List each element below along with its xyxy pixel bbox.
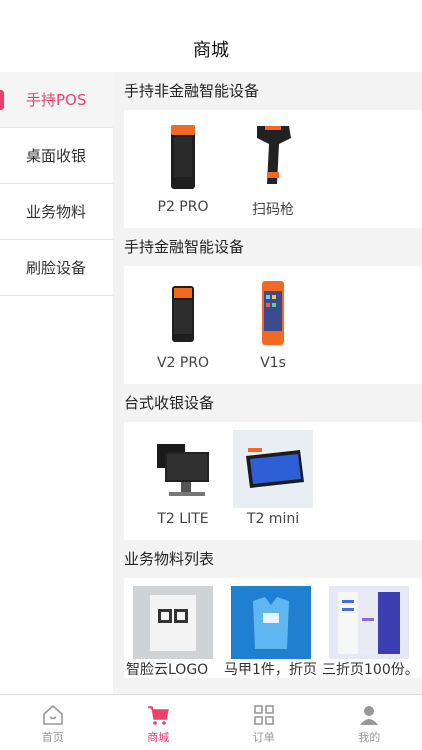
material-vest[interactable]: 马甲1件，折页 <box>222 586 320 678</box>
user-icon <box>360 706 379 725</box>
handheld-pos-icon <box>143 274 223 352</box>
tab-label: 我的 <box>358 731 381 744</box>
vest-icon <box>231 586 311 660</box>
product-name: 扫码枪 <box>252 202 294 218</box>
material-row: 智脸云LOGO 马甲1件，折页 三折页100份。 <box>124 578 422 678</box>
product-name: V2 PRO <box>156 355 210 371</box>
tab-label: 订单 <box>252 731 275 744</box>
sidebar-item-label: 桌面收银 <box>26 147 87 165</box>
app-header: 商城 <box>0 0 422 72</box>
product-row: P2 PRO 扫码枪 <box>124 110 422 228</box>
material-name: 三折页100份。 <box>322 662 418 678</box>
section-title: 手持非金融智能设备 <box>124 82 260 100</box>
page-title: 商城 <box>193 40 229 61</box>
desktop-register-icon <box>143 430 223 508</box>
tablet-register-icon <box>233 430 313 508</box>
material-name: 智脸云LOGO <box>126 662 209 678</box>
tab-label: 首页 <box>41 731 64 744</box>
material-brochure[interactable]: 三折页100份。 <box>320 586 418 678</box>
product-scanner[interactable]: 扫码枪 <box>228 118 318 228</box>
sidebar-item-business-materials[interactable]: 业务物料 <box>0 184 113 240</box>
sidebar-item-label: 业务物料 <box>26 203 87 221</box>
handheld-pos-icon <box>143 118 223 196</box>
material-logo-sign[interactable]: 智脸云LOGO <box>124 586 222 678</box>
tab-orders[interactable]: 订单 <box>211 695 317 750</box>
product-v2-pro[interactable]: V2 PRO <box>138 274 228 384</box>
brochure-icon <box>329 586 409 660</box>
tab-label: 商城 <box>147 731 170 744</box>
product-row: T2 LITE T2 mini <box>124 422 422 540</box>
section-title: 业务物料列表 <box>124 550 215 568</box>
tab-home[interactable]: 首页 <box>0 695 106 750</box>
barcode-scanner-icon <box>233 118 313 196</box>
category-sidebar: 手持POS 桌面收银 业务物料 刷脸设备 <box>0 72 113 694</box>
section-title: 手持金融智能设备 <box>124 238 245 256</box>
bottom-tab-bar: 首页 商城 订单 我的 <box>0 694 422 750</box>
product-t2-lite[interactable]: T2 LITE <box>138 430 228 540</box>
sidebar-item-desktop-register[interactable]: 桌面收银 <box>0 128 113 184</box>
sidebar-item-label: 手持POS <box>26 91 87 109</box>
product-name: T2 mini <box>246 511 300 527</box>
material-name: 马甲1件，折页 <box>224 662 317 678</box>
handheld-pos-icon <box>233 274 313 352</box>
tab-mall[interactable]: 商城 <box>106 695 212 750</box>
product-t2-mini[interactable]: T2 mini <box>228 430 318 540</box>
product-v1s[interactable]: V1s <box>228 274 318 384</box>
product-name: T2 LITE <box>157 511 209 527</box>
sidebar-item-face-payment[interactable]: 刷脸设备 <box>0 240 113 296</box>
sidebar-item-label: 刷脸设备 <box>26 259 87 277</box>
product-name: V1s <box>260 355 286 371</box>
product-content: 手持非金融智能设备 P2 PRO 扫码枪 手持金融智能设备 V2 PRO V1s… <box>113 72 422 694</box>
qr-sign-icon <box>133 586 213 660</box>
product-row: V2 PRO V1s <box>124 266 422 384</box>
tab-profile[interactable]: 我的 <box>317 695 422 750</box>
grid-icon <box>253 705 274 725</box>
cart-icon <box>148 706 170 725</box>
section-title: 台式收银设备 <box>124 394 215 412</box>
product-p2-pro[interactable]: P2 PRO <box>138 118 228 228</box>
home-icon <box>42 704 63 725</box>
sidebar-item-handheld-pos[interactable]: 手持POS <box>0 72 113 128</box>
product-name: P2 PRO <box>157 199 209 215</box>
